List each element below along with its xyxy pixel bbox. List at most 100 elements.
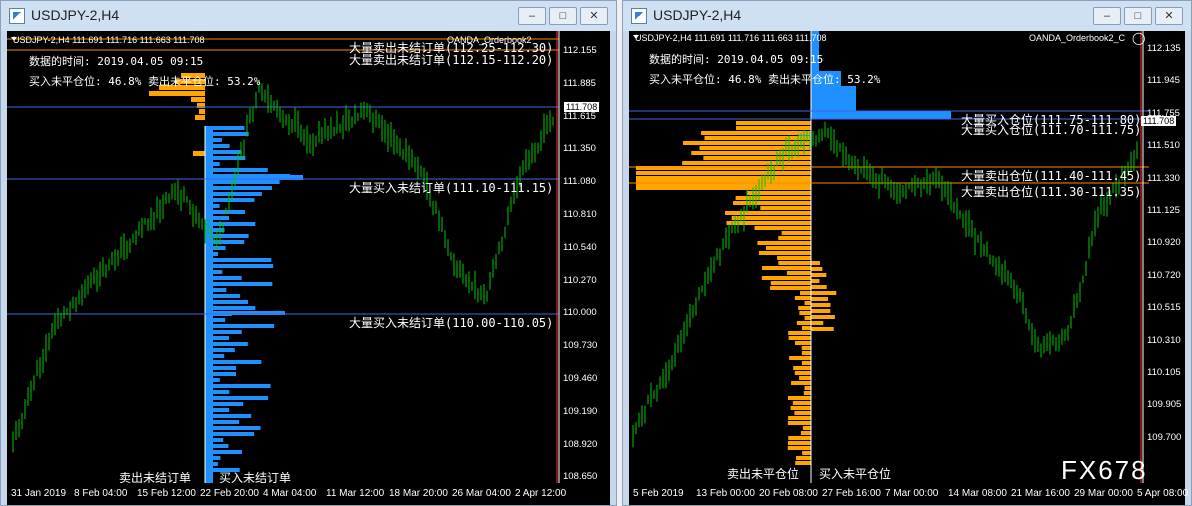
buy-order-bar bbox=[205, 318, 226, 322]
right-price-tick: 111.510 bbox=[1147, 140, 1180, 152]
sell-position-bar bbox=[802, 426, 811, 430]
right-chart-window[interactable]: USDJPY-2,H4 – □ ✕ USDJPY-2,H4 111.691 11… bbox=[622, 0, 1192, 506]
left-titlebar[interactable]: USDJPY-2,H4 – □ ✕ bbox=[1, 1, 616, 31]
left-symbol-header: USDJPY-2,H4 111.691 111.716 111.663 111.… bbox=[13, 35, 205, 45]
right-chart-area[interactable]: USDJPY-2,H4 111.691 111.716 111.663 111.… bbox=[629, 31, 1185, 483]
left-time-tick: 15 Feb 12:00 bbox=[137, 488, 196, 499]
indicator-close-icon[interactable]: ◯ bbox=[1132, 31, 1145, 45]
right-price-tick: 111.330 bbox=[1147, 172, 1180, 184]
left-price-tick: 111.080 bbox=[563, 176, 596, 188]
right-sell-positions-label: 卖出未平仓位 bbox=[727, 467, 800, 481]
maximize-button[interactable]: □ bbox=[549, 7, 577, 25]
right-titlebar[interactable]: USDJPY-2,H4 – □ ✕ bbox=[623, 1, 1191, 31]
left-price-tick: 108.920 bbox=[563, 438, 598, 450]
maximize-button[interactable]: □ bbox=[1124, 7, 1152, 25]
right-price-tick: 110.720 bbox=[1147, 269, 1181, 281]
sell-position-bar bbox=[766, 246, 811, 250]
buy-order-bar bbox=[205, 426, 261, 430]
sell-position-bar bbox=[796, 321, 811, 325]
close-button[interactable]: ✕ bbox=[1155, 7, 1183, 25]
sell-order-bar bbox=[195, 115, 205, 120]
buy-order-bar bbox=[205, 264, 274, 268]
left-data-time: 数据的时间: 2019.04.05 09:15 bbox=[29, 55, 204, 68]
buy-order-bar bbox=[205, 432, 255, 436]
buy-position-bar bbox=[811, 111, 951, 119]
buy-order-bar bbox=[205, 324, 275, 328]
right-time-tick: 21 Mar 16:00 bbox=[1011, 488, 1070, 499]
left-price-tick: 108.650 bbox=[563, 471, 598, 483]
sell-order-bar bbox=[191, 97, 205, 102]
buy-order-bar bbox=[205, 366, 237, 370]
chart-window-icon bbox=[631, 8, 647, 24]
buy-order-bar bbox=[205, 390, 230, 394]
sell-position-bar bbox=[754, 226, 811, 230]
buy-order-bar bbox=[205, 234, 249, 238]
buy-order-bar bbox=[205, 330, 242, 334]
buy-order-bar bbox=[205, 222, 256, 226]
buy-order-bar bbox=[205, 354, 225, 358]
buy-order-bar bbox=[205, 450, 243, 454]
buy-order-bar bbox=[205, 306, 256, 310]
left-chart-window[interactable]: USDJPY-2,H4 – □ ✕ USDJPY-2,H4 111.691 11… bbox=[0, 0, 617, 506]
left-time-tick: 22 Feb 20:00 bbox=[200, 488, 259, 499]
sell-position-bar bbox=[636, 178, 811, 186]
minimize-button[interactable]: – bbox=[518, 7, 546, 25]
buy-order-bar bbox=[205, 294, 241, 298]
buy-order-bar bbox=[205, 342, 248, 346]
sell-position-bar bbox=[800, 431, 811, 435]
right-price-tick: 111.945 bbox=[1147, 75, 1180, 87]
sell-position-bar bbox=[811, 291, 837, 295]
sell-position-bar bbox=[811, 315, 835, 319]
sell-order-bar bbox=[149, 91, 205, 96]
sell-position-bar bbox=[757, 241, 811, 245]
sell-position-bar bbox=[801, 361, 811, 365]
left-time-tick: 31 Jan 2019 bbox=[11, 488, 67, 499]
right-symbol-header: USDJPY-2,H4 111.691 111.716 111.663 111.… bbox=[635, 33, 827, 43]
right-time-tick: 7 Mar 00:00 bbox=[885, 488, 939, 499]
right-time-tick: 29 Mar 00:00 bbox=[1074, 488, 1133, 499]
sell-position-bar bbox=[801, 351, 811, 355]
close-button[interactable]: ✕ bbox=[580, 7, 608, 25]
sell-position-bar bbox=[811, 285, 827, 289]
right-price-tick: 110.310 bbox=[1147, 334, 1181, 346]
minimize-button[interactable]: – bbox=[1093, 7, 1121, 25]
buy-order-bar bbox=[205, 198, 255, 202]
right-window-title: USDJPY-2,H4 bbox=[653, 7, 742, 23]
sell-position-bar bbox=[804, 386, 811, 390]
buy-order-bar bbox=[205, 156, 246, 160]
sell-position-bar bbox=[801, 346, 811, 350]
sell-position-bar bbox=[699, 146, 811, 150]
sell-position-bar bbox=[787, 441, 811, 445]
fx678-watermark: FX678 bbox=[1061, 455, 1148, 483]
sell-position-bar bbox=[799, 291, 811, 295]
sell-position-bar bbox=[790, 406, 811, 410]
sell-position-bar bbox=[703, 156, 811, 160]
sell-position-bar bbox=[682, 161, 811, 165]
buy-order-bar bbox=[205, 150, 242, 154]
sell-order-bar bbox=[199, 109, 205, 114]
right-time-tick: 13 Feb 00:00 bbox=[696, 488, 755, 499]
left-chart-area[interactable]: USDJPY-2,H4 111.691 111.716 111.663 111.… bbox=[7, 31, 610, 483]
sell-position-bar bbox=[803, 391, 811, 395]
sell-position-bar bbox=[691, 151, 811, 155]
sell-position-bar bbox=[801, 326, 811, 330]
sell-position-bar bbox=[788, 336, 811, 340]
sell-position-bar bbox=[787, 396, 811, 400]
sell-position-bar bbox=[798, 306, 811, 310]
left-time-tick: 4 Mar 04:00 bbox=[263, 488, 317, 499]
sell-position-bar bbox=[761, 276, 811, 280]
sell-position-bar bbox=[777, 256, 811, 260]
sell-position-bar bbox=[796, 456, 811, 460]
sell-position-bar bbox=[794, 341, 811, 345]
sell-position-bar bbox=[733, 201, 811, 205]
sell-position-bar bbox=[636, 171, 811, 175]
buy-order-bar bbox=[205, 258, 272, 262]
left-chart-svg bbox=[7, 31, 560, 483]
buy-order-bar bbox=[205, 276, 242, 280]
right-time-axis: 5 Feb 2019 13 Feb 00:00 20 Feb 08:00 27 Feb… bbox=[629, 483, 1188, 505]
left-annotation-3: 大量买入未结订单(111.10-111.15) bbox=[349, 181, 554, 195]
buy-order-bar bbox=[205, 378, 220, 382]
sell-position-bar bbox=[799, 376, 811, 380]
sell-position-bar bbox=[811, 267, 823, 271]
buy-order-bar bbox=[205, 138, 222, 142]
